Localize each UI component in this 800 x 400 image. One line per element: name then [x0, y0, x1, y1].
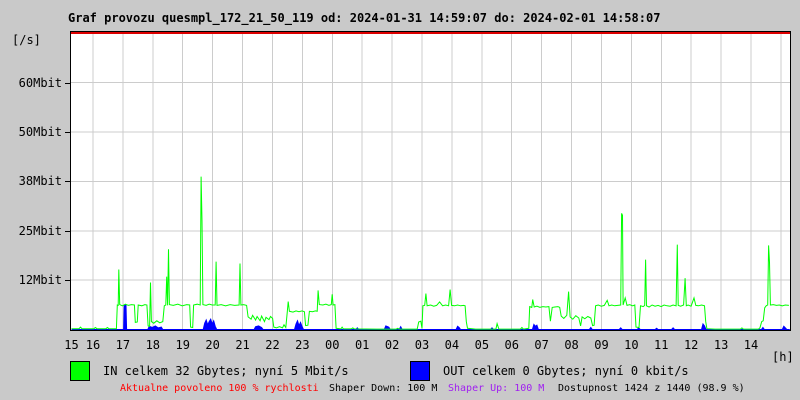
x-axis-unit-label: [h] [772, 350, 794, 364]
x-axis-label: 07 [534, 338, 549, 352]
traffic-graph-page: Graf provozu quesmpl_172_21_50_119 od: 2… [0, 0, 800, 400]
y-axis-tick [65, 230, 70, 232]
x-axis-label: 15 [64, 338, 79, 352]
y-axis-label: 60Mbit [18, 75, 62, 90]
x-axis-label: 03 [414, 338, 430, 352]
x-axis-label: 19 [175, 338, 190, 352]
legend-in-label: IN celkem 32 Gbytes; nyní 5 Mbit/s [103, 364, 349, 378]
x-axis-label: 02 [384, 338, 400, 352]
x-axis-label: 01 [354, 338, 370, 352]
x-axis-label: 13 [713, 338, 729, 352]
graph-title: Graf provozu quesmpl_172_21_50_119 od: 2… [68, 11, 661, 25]
legend-out-swatch [410, 361, 430, 381]
x-axis-label: 14 [743, 338, 759, 352]
y-axis-label: 38Mbit [18, 174, 62, 189]
x-axis-label: 17 [115, 338, 131, 352]
footer-shaper-down: Shaper Down: 100 M [329, 383, 438, 394]
x-axis-label: 11 [654, 338, 669, 352]
out-traffic-area [71, 304, 790, 330]
footer-allowed-speed: Aktualne povoleno 100 % rychlosti [120, 383, 319, 394]
in-traffic-line [71, 176, 789, 330]
y-axis-label: 25Mbit [18, 223, 62, 238]
x-axis-label: 21 [235, 338, 250, 352]
x-axis-label: 18 [145, 338, 161, 352]
x-axis-label: 23 [295, 338, 310, 352]
legend-in-swatch [70, 361, 90, 381]
plot-svg [71, 32, 790, 330]
y-axis-unit-label: [/s] [12, 33, 41, 47]
footer-shaper-up: Shaper Up: 100 M [448, 383, 545, 394]
y-axis-label: 12Mbit [18, 273, 62, 288]
plot-area [70, 31, 791, 331]
y-axis-tick [65, 181, 70, 183]
y-axis-tick [65, 132, 70, 133]
y-axis-tick [65, 280, 70, 282]
x-axis-label: 05 [474, 338, 490, 352]
x-axis-label: 22 [265, 338, 280, 352]
footer-availability: Dostupnost 1424 z 1440 (98.9 %) [558, 383, 745, 394]
x-axis-label: 12 [683, 338, 699, 352]
x-axis-label: 04 [444, 338, 460, 352]
x-axis-label: 20 [205, 338, 220, 352]
x-axis-label: 09 [594, 338, 609, 352]
x-axis-label: 16 [85, 338, 101, 352]
x-axis-label: 00 [325, 338, 340, 352]
x-axis-label: 10 [624, 338, 639, 352]
x-axis-label: 06 [504, 338, 519, 352]
y-axis-tick [65, 82, 70, 84]
limit-line [71, 32, 790, 34]
x-axis-label: 08 [564, 338, 579, 352]
y-axis-label: 50Mbit [18, 125, 62, 139]
legend-out-label: OUT celkem 0 Gbytes; nyní 0 kbit/s [443, 364, 689, 378]
